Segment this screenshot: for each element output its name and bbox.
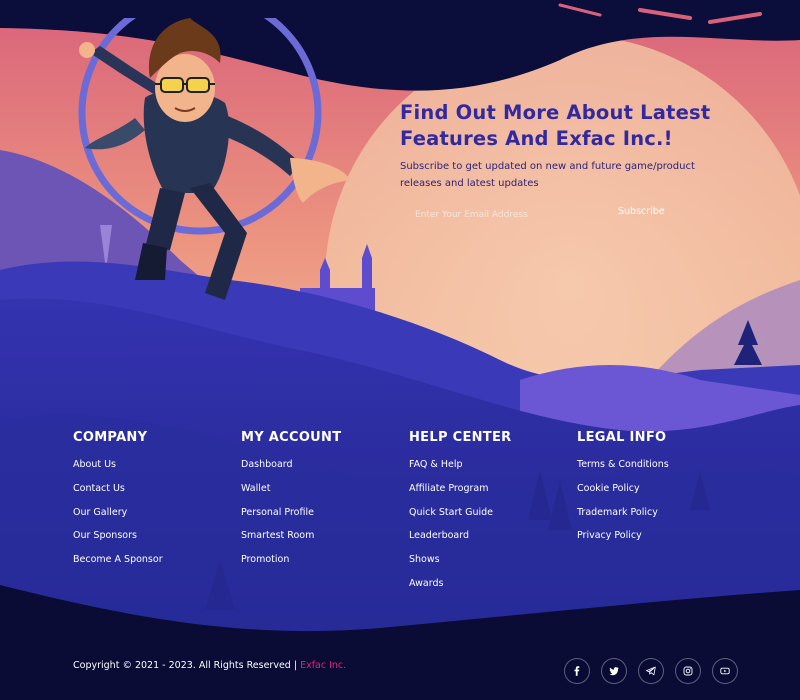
footer-link-become-a-sponsor[interactable]: Become A Sponsor — [73, 554, 163, 565]
subscribe-button[interactable]: Subscribe — [618, 206, 665, 217]
footer-link-leaderboard[interactable]: Leaderboard — [409, 530, 469, 541]
newsletter-subtitle: Subscribe to get updated on new and futu… — [400, 161, 695, 189]
telegram-icon[interactable] — [638, 658, 664, 684]
footer-link-wallet[interactable]: Wallet — [241, 483, 270, 494]
footer-column-legal-info: LEGAL INFO Terms & Conditions Cookie Pol… — [577, 430, 745, 602]
footer-link-our-gallery[interactable]: Our Gallery — [73, 507, 127, 518]
footer-column-help-center: HELP CENTER FAQ & Help Affiliate Program… — [409, 430, 577, 602]
footer-column-my-account: MY ACCOUNT Dashboard Wallet Personal Pro… — [241, 430, 409, 602]
facebook-icon[interactable] — [564, 658, 590, 684]
footer-link-shows[interactable]: Shows — [409, 554, 440, 565]
footer-link-terms-conditions[interactable]: Terms & Conditions — [577, 459, 669, 470]
footer-link-about-us[interactable]: About Us — [73, 459, 116, 470]
column-heading: LEGAL INFO — [577, 430, 667, 445]
footer-link-dashboard[interactable]: Dashboard — [241, 459, 293, 470]
instagram-icon[interactable] — [675, 658, 701, 684]
footer-link-columns: COMPANY About Us Contact Us Our Gallery … — [73, 430, 773, 602]
footer-link-faq-help[interactable]: FAQ & Help — [409, 459, 463, 470]
footer-link-privacy-policy[interactable]: Privacy Policy — [577, 530, 642, 541]
newsletter-title: Find Out More About Latest Features And … — [400, 101, 711, 150]
footer-link-smartest-room[interactable]: Smartest Room — [241, 530, 314, 541]
youtube-icon[interactable] — [712, 658, 738, 684]
twitter-icon[interactable] — [601, 658, 627, 684]
footer-link-affiliate-program[interactable]: Affiliate Program — [409, 483, 488, 494]
hero-character-illustration — [78, 18, 350, 300]
footer-link-cookie-policy[interactable]: Cookie Policy — [577, 483, 640, 494]
column-heading: HELP CENTER — [409, 430, 512, 445]
footer-scene: Find Out More About Latest Features And … — [0, 0, 800, 700]
footer-link-promotion[interactable]: Promotion — [241, 554, 289, 565]
footer-link-personal-profile[interactable]: Personal Profile — [241, 507, 314, 518]
footer-column-company: COMPANY About Us Contact Us Our Gallery … — [73, 430, 241, 602]
footer-link-quick-start-guide[interactable]: Quick Start Guide — [409, 507, 493, 518]
copyright-text: Copyright © 2021 - 2023. All Rights Rese… — [73, 660, 298, 671]
footer-link-awards[interactable]: Awards — [409, 578, 443, 589]
email-input[interactable] — [400, 210, 600, 220]
footer-link-our-sponsors[interactable]: Our Sponsors — [73, 530, 137, 541]
footer-link-trademark-policy[interactable]: Trademark Policy — [577, 507, 658, 518]
copyright-brand-link[interactable]: Exfac Inc. — [300, 660, 346, 671]
newsletter-form: Subscribe — [400, 202, 700, 228]
column-heading: COMPANY — [73, 430, 148, 445]
newsletter-section: Find Out More About Latest Features And … — [400, 100, 760, 220]
footer-link-contact-us[interactable]: Contact Us — [73, 483, 125, 494]
social-links — [564, 658, 738, 684]
copyright-notice: Copyright © 2021 - 2023. All Rights Rese… — [73, 660, 346, 671]
column-heading: MY ACCOUNT — [241, 430, 342, 445]
